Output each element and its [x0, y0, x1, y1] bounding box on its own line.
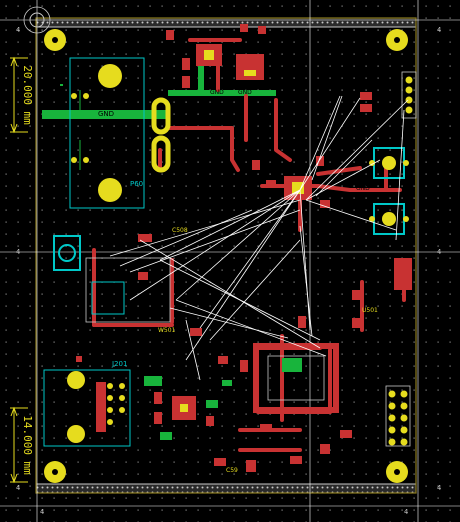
ref-c59: C59 [226, 467, 238, 474]
net-label-gnd-2: GND [210, 89, 224, 96]
corner-mark: 4 [40, 508, 44, 516]
ref-w501: W501 [158, 327, 176, 334]
chip-mid[interactable] [284, 176, 312, 200]
pcb-layout-view[interactable]: GND GND GND GND P60 J201 C508 U501 W501 … [0, 0, 460, 522]
corner-mark: 4 [16, 248, 20, 256]
corner-mark: 4 [16, 26, 20, 34]
corner-mark: 4 [437, 26, 441, 34]
corner-mark: 4 [404, 508, 408, 516]
dimension-bottom-label: 14.000 mm [21, 415, 34, 475]
net-label-gnd-4: GND [356, 185, 370, 192]
board-edge-top [35, 17, 417, 28]
ref-j201: J201 [111, 360, 127, 368]
pcb-editor-canvas[interactable]: GND GND GND GND P60 J201 C508 U501 W501 … [0, 0, 460, 522]
net-label-gnd-3: GND [238, 89, 252, 96]
dimension-top-label: 20.000 mm [21, 65, 34, 125]
board-edge-bottom [35, 483, 417, 494]
net-label-gnd-1: GND [98, 110, 114, 118]
corner-mark: 4 [16, 484, 20, 492]
corner-mark: 4 [437, 484, 441, 492]
ref-u501: U501 [362, 307, 378, 314]
ref-p60: P60 [130, 180, 143, 188]
corner-mark: 4 [437, 248, 441, 256]
ref-c508: C508 [172, 227, 188, 234]
